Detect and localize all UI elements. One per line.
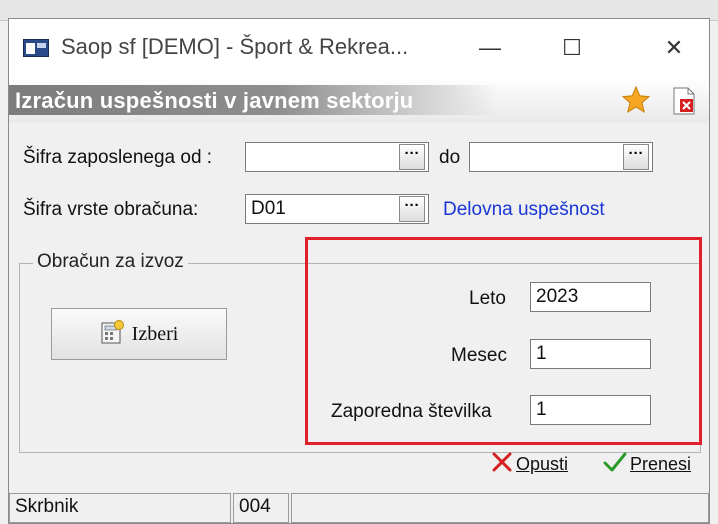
sifra-vrste-obracuna-browse-button[interactable]: ··· — [399, 196, 425, 222]
app-icon — [23, 39, 49, 57]
mesec-label: Mesec — [451, 345, 507, 366]
status-user: Skrbnik — [9, 493, 231, 523]
status-extra — [291, 493, 709, 523]
sifra-vrste-obracuna-label: Šifra vrste obračuna: — [23, 199, 199, 220]
page-title: Izračun uspešnosti v javnem sektorju — [15, 88, 414, 113]
status-code: 004 — [233, 493, 289, 523]
opusti-label: Opusti — [516, 454, 569, 474]
minimize-button[interactable]: — — [461, 25, 519, 71]
zaporedna-stevilka-field[interactable]: 1 — [530, 395, 651, 425]
opusti-button[interactable]: Opusti — [491, 451, 568, 478]
select-calculator-icon — [100, 319, 126, 350]
title-bar: Saop sf [DEMO] - Šport & Rekrea... — ☐ ✕ — [9, 19, 709, 77]
accept-check-icon — [603, 451, 627, 478]
favorite-star-icon[interactable] — [621, 85, 651, 115]
prenesi-label: Prenesi — [630, 454, 692, 474]
prenesi-button[interactable]: Prenesi — [603, 451, 691, 478]
minimize-icon: — — [479, 35, 501, 60]
cancel-x-icon — [491, 451, 513, 478]
izberi-button-label: Izberi — [131, 322, 179, 345]
maximize-icon: ☐ — [562, 35, 582, 60]
dialog-window: Saop sf [DEMO] - Šport & Rekrea... — ☐ ✕… — [8, 18, 710, 524]
close-button[interactable]: ✕ — [645, 25, 703, 71]
sifra-zaposlenega-od-browse-button[interactable]: ··· — [399, 144, 425, 170]
do-label: do — [439, 147, 461, 168]
vrsta-obracuna-description: Delovna uspešnost — [443, 199, 605, 220]
window-title: Saop sf [DEMO] - Šport & Rekrea... — [61, 34, 409, 59]
leto-label: Leto — [469, 288, 506, 309]
izberi-button[interactable]: Izberi — [51, 308, 227, 360]
zaporedna-stevilka-label: Zaporedna številka — [331, 401, 492, 422]
close-icon: ✕ — [664, 35, 684, 60]
mesec-field[interactable]: 1 — [530, 339, 651, 369]
maximize-button[interactable]: ☐ — [543, 25, 601, 71]
leto-field[interactable]: 2023 — [530, 282, 651, 312]
obracun-za-izvoz-label: Obračun za izvoz — [33, 251, 188, 273]
sifra-zaposlenega-od-label: Šifra zaposlenega od : — [23, 147, 213, 168]
sifra-zaposlenega-do-browse-button[interactable]: ··· — [623, 144, 649, 170]
header-banner: Izračun uspešnosti v javnem sektorju — [9, 77, 709, 123]
status-bar: Skrbnik 004 — [9, 491, 709, 523]
close-document-icon[interactable] — [671, 87, 697, 115]
